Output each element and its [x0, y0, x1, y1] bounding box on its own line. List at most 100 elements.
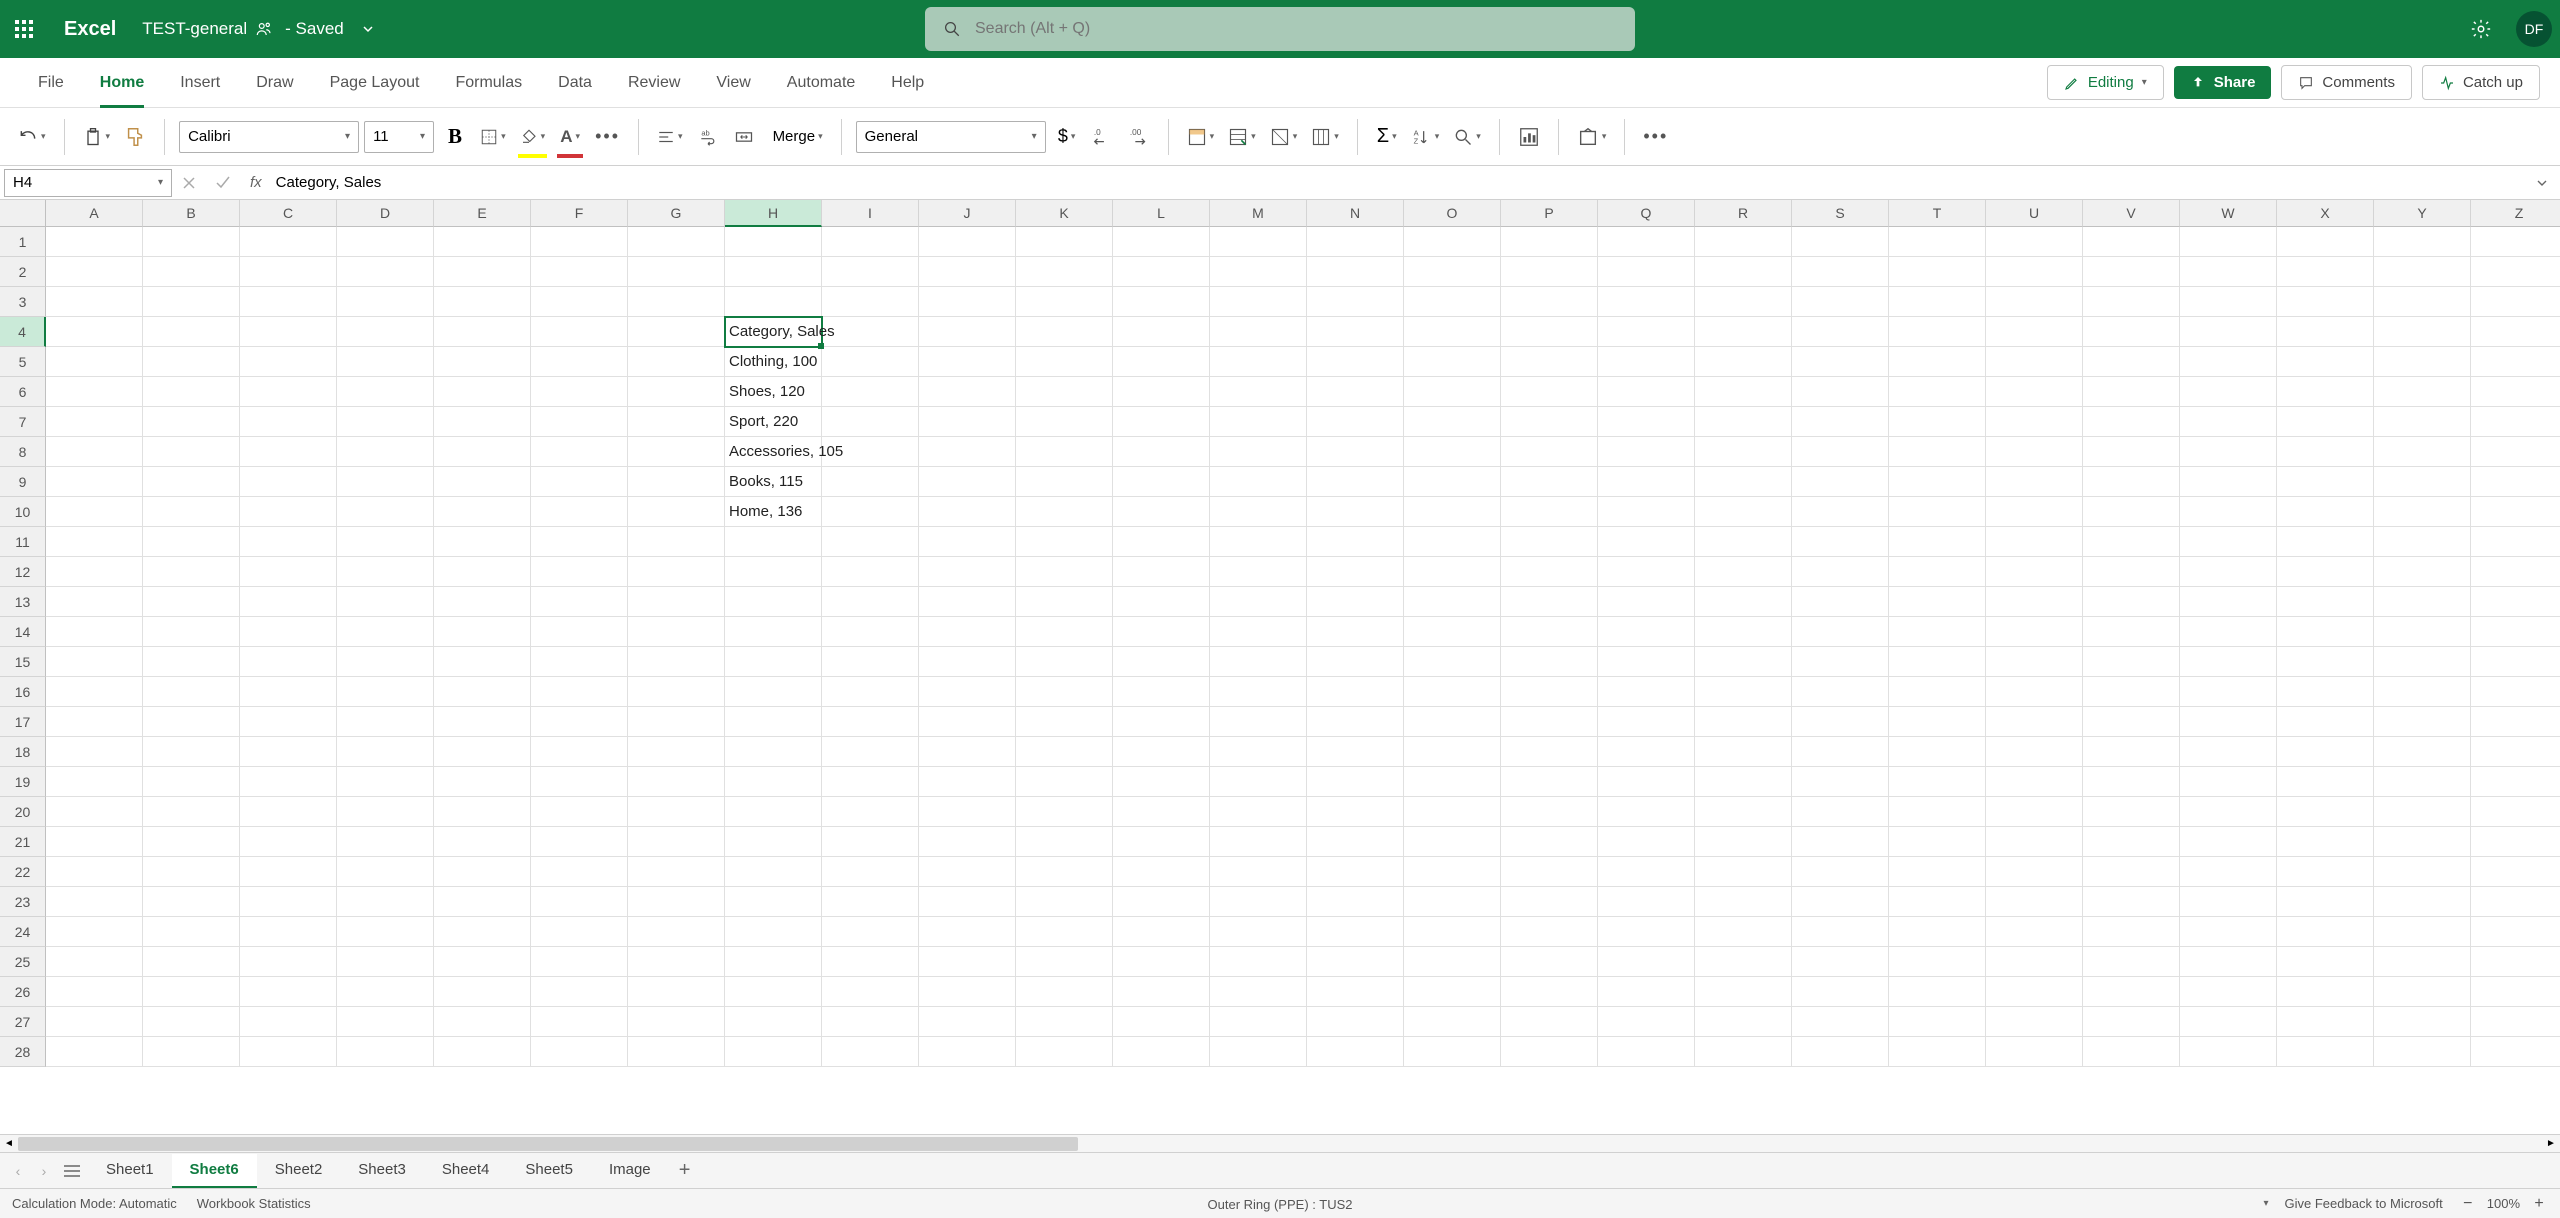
- cell[interactable]: [531, 377, 628, 407]
- column-header[interactable]: T: [1889, 200, 1986, 227]
- cell[interactable]: [1307, 707, 1404, 737]
- cell[interactable]: [2277, 767, 2374, 797]
- cell[interactable]: [2277, 1007, 2374, 1037]
- cell[interactable]: [2083, 347, 2180, 377]
- column-header[interactable]: Q: [1598, 200, 1695, 227]
- sheet-tab-sheet2[interactable]: Sheet2: [257, 1154, 341, 1188]
- cell[interactable]: [143, 857, 240, 887]
- fx-icon[interactable]: fx: [250, 174, 262, 191]
- cell[interactable]: [1307, 587, 1404, 617]
- cell[interactable]: [2374, 617, 2471, 647]
- ribbon-tab-home[interactable]: Home: [82, 58, 162, 108]
- cell[interactable]: [1501, 227, 1598, 257]
- cell[interactable]: [1501, 977, 1598, 1007]
- cell[interactable]: [1016, 407, 1113, 437]
- cell[interactable]: [919, 647, 1016, 677]
- cell[interactable]: [1404, 857, 1501, 887]
- cell[interactable]: [919, 347, 1016, 377]
- cell[interactable]: [1889, 857, 1986, 887]
- cell[interactable]: [1792, 527, 1889, 557]
- cell[interactable]: [919, 227, 1016, 257]
- cell[interactable]: [725, 947, 822, 977]
- cell[interactable]: [1307, 977, 1404, 1007]
- column-header[interactable]: E: [434, 200, 531, 227]
- cell[interactable]: [240, 317, 337, 347]
- cell[interactable]: [2277, 797, 2374, 827]
- cell[interactable]: [434, 1007, 531, 1037]
- cell[interactable]: [1792, 1007, 1889, 1037]
- cell[interactable]: [1501, 287, 1598, 317]
- cell[interactable]: [2277, 737, 2374, 767]
- cell[interactable]: [822, 677, 919, 707]
- cell[interactable]: [1695, 917, 1792, 947]
- catchup-button[interactable]: Catch up: [2422, 65, 2540, 100]
- cell[interactable]: [2277, 707, 2374, 737]
- cell[interactable]: [1695, 737, 1792, 767]
- cell[interactable]: [2180, 1037, 2277, 1067]
- row-header[interactable]: 11: [0, 527, 46, 557]
- cell[interactable]: [1404, 527, 1501, 557]
- cell[interactable]: [919, 827, 1016, 857]
- cell[interactable]: [1307, 527, 1404, 557]
- cell[interactable]: [1889, 347, 1986, 377]
- cell[interactable]: [46, 707, 143, 737]
- cell[interactable]: [240, 887, 337, 917]
- cell[interactable]: [240, 647, 337, 677]
- cell[interactable]: [531, 467, 628, 497]
- cell[interactable]: [337, 1037, 434, 1067]
- cell[interactable]: [725, 257, 822, 287]
- sensitivity-button[interactable]: ▾: [1573, 118, 1611, 156]
- bold-button[interactable]: B: [440, 118, 470, 156]
- editing-mode-button[interactable]: Editing ▾: [2047, 65, 2164, 100]
- cell[interactable]: [1695, 227, 1792, 257]
- paste-button[interactable]: ▾: [79, 118, 115, 156]
- cell[interactable]: [1598, 617, 1695, 647]
- cell[interactable]: [1695, 437, 1792, 467]
- cell[interactable]: [1404, 617, 1501, 647]
- cell[interactable]: [143, 917, 240, 947]
- cell[interactable]: [1889, 917, 1986, 947]
- cell[interactable]: [434, 917, 531, 947]
- cell[interactable]: [2471, 557, 2560, 587]
- cell[interactable]: [1986, 1007, 2083, 1037]
- cell[interactable]: [2471, 617, 2560, 647]
- column-header[interactable]: S: [1792, 200, 1889, 227]
- cell[interactable]: [1404, 317, 1501, 347]
- cell[interactable]: [143, 557, 240, 587]
- ribbon-tab-data[interactable]: Data: [540, 58, 610, 108]
- cell[interactable]: [337, 647, 434, 677]
- cell[interactable]: [822, 707, 919, 737]
- cell[interactable]: [434, 797, 531, 827]
- cell[interactable]: [2471, 917, 2560, 947]
- cell[interactable]: [919, 947, 1016, 977]
- cell[interactable]: [2471, 497, 2560, 527]
- cell[interactable]: [143, 797, 240, 827]
- cell[interactable]: [2180, 347, 2277, 377]
- cell[interactable]: [1986, 977, 2083, 1007]
- cell[interactable]: [1210, 737, 1307, 767]
- cell[interactable]: [1307, 857, 1404, 887]
- cell[interactable]: [919, 377, 1016, 407]
- cell[interactable]: [1113, 977, 1210, 1007]
- cell[interactable]: [1404, 437, 1501, 467]
- scroll-right-icon[interactable]: ►: [2542, 1135, 2560, 1153]
- zoom-in-button[interactable]: +: [2530, 1195, 2548, 1213]
- feedback-link[interactable]: Give Feedback to Microsoft: [2285, 1196, 2443, 1211]
- column-header[interactable]: W: [2180, 200, 2277, 227]
- column-header[interactable]: N: [1307, 200, 1404, 227]
- cell[interactable]: [919, 437, 1016, 467]
- cell[interactable]: [2471, 437, 2560, 467]
- cell[interactable]: [2083, 947, 2180, 977]
- more-font-options[interactable]: •••: [591, 118, 624, 156]
- cell[interactable]: [434, 527, 531, 557]
- cell[interactable]: [1307, 887, 1404, 917]
- cell[interactable]: [1695, 407, 1792, 437]
- cell[interactable]: [531, 767, 628, 797]
- cell[interactable]: [628, 947, 725, 977]
- cell[interactable]: [240, 227, 337, 257]
- column-header[interactable]: U: [1986, 200, 2083, 227]
- cell[interactable]: [46, 1007, 143, 1037]
- cell[interactable]: [337, 347, 434, 377]
- cell[interactable]: [240, 587, 337, 617]
- all-sheets-button[interactable]: [58, 1159, 86, 1183]
